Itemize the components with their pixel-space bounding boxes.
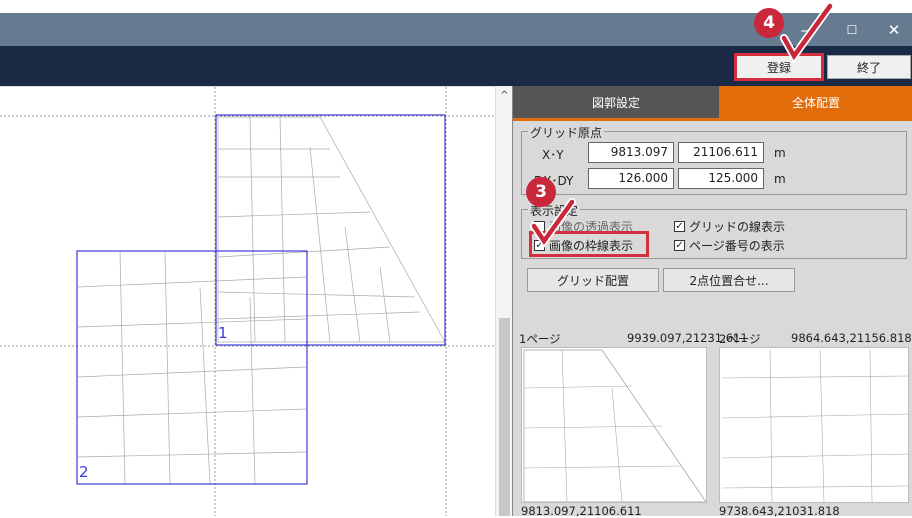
grid-lines-label: グリッドの線表示 (689, 220, 786, 234)
thumbnail-map (721, 349, 908, 502)
cadastral-map-page1 (217, 116, 446, 343)
xy-label: X･Y (542, 148, 564, 162)
grid-layout-button[interactable]: グリッド配置 (527, 268, 659, 292)
x-input[interactable]: 9813.097 (588, 142, 674, 163)
dy-input[interactable]: 125.000 (678, 168, 764, 189)
page1-number: 1 (218, 324, 228, 342)
y-input[interactable]: 21106.611 (678, 142, 764, 163)
scroll-up-icon[interactable]: ^ (496, 90, 513, 101)
step3-checkmark-icon (530, 198, 576, 249)
page2-number: 2 (79, 463, 89, 481)
checkmark-icon: ✓ (674, 240, 685, 251)
page-number-label: ページ番号の表示 (689, 239, 785, 253)
xy-unit: m (774, 146, 786, 160)
thumb2-coords: 9864.643,21156.818 (791, 331, 912, 345)
tab-drawing-settings[interactable]: 図郭設定 (513, 86, 719, 118)
dxdy-unit: m (774, 172, 786, 186)
grid-origin-group: グリッド原点 X･Y 9813.097 21106.611 m DX･DY 12… (521, 124, 907, 195)
two-point-align-button[interactable]: 2点位置合せ... (663, 268, 795, 292)
close-button[interactable]: ✕ (874, 13, 912, 46)
panel-body: グリッド原点 X･Y 9813.097 21106.611 m DX･DY 12… (513, 118, 912, 518)
tab-overall-layout[interactable]: 全体配置 (719, 86, 912, 118)
grid-origin-title: グリッド原点 (528, 124, 605, 141)
thumb2-header: 2ページ (719, 332, 761, 346)
map-drawing (0, 87, 495, 516)
checkmark-icon: ✓ (674, 221, 685, 232)
vertical-scrollbar[interactable]: ^ (495, 86, 512, 516)
page1-thumbnail[interactable] (521, 347, 707, 503)
map-canvas[interactable]: 1 2 (0, 86, 512, 516)
step4-checkmark-icon (780, 2, 834, 64)
page-number-checkbox[interactable]: ✓ ページ番号の表示 (674, 237, 785, 254)
grid-lines-checkbox[interactable]: ✓ グリッドの線表示 (674, 218, 785, 235)
settings-panel: 図郭設定 全体配置 グリッド原点 X･Y 9813.097 21106.611 … (512, 86, 912, 518)
scroll-thumb[interactable] (499, 318, 510, 516)
page2-thumbnail[interactable] (719, 347, 909, 503)
dx-input[interactable]: 126.000 (588, 168, 674, 189)
thumb1-header: 1ページ (519, 332, 561, 346)
thumbnail-map (523, 349, 706, 502)
